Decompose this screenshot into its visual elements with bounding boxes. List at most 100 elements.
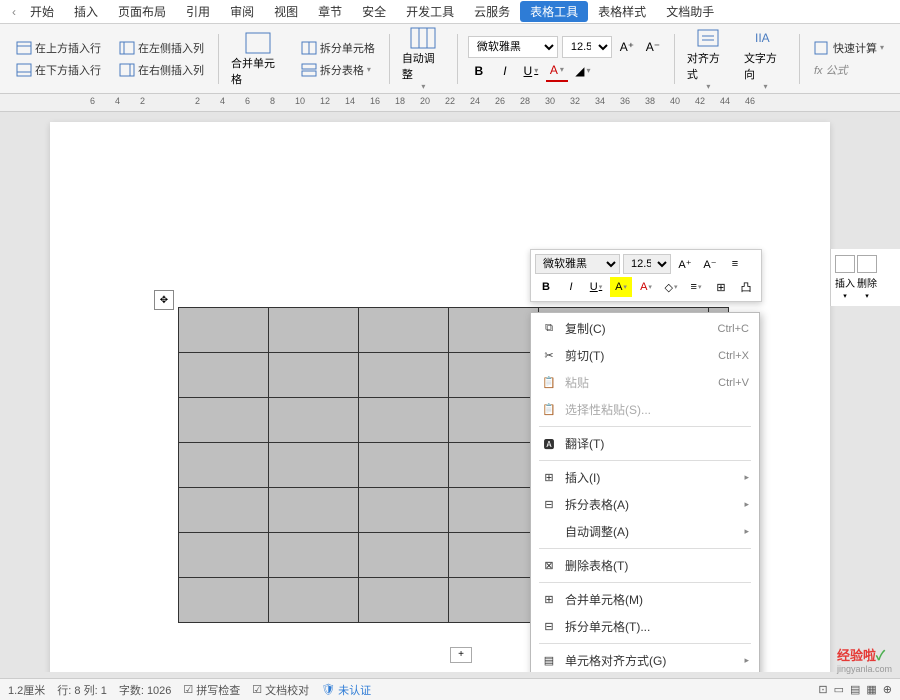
ctx-paste-special: 📋选择性粘贴(S)...	[531, 396, 759, 423]
menu-table-tools[interactable]: 表格工具	[520, 1, 588, 22]
status-view-print[interactable]: ⊡	[818, 683, 827, 696]
shield-icon: 🛡	[321, 683, 335, 696]
side-insert-button[interactable]: 插入▾	[835, 255, 855, 300]
auto-fit-button[interactable]: 自动调整▾	[396, 24, 451, 93]
merge-icon: ⊞	[541, 593, 557, 607]
context-menu: ⧉复制(C)Ctrl+C ✂剪切(T)Ctrl+X 📋粘贴Ctrl+V 📋选择性…	[530, 312, 760, 672]
status-word-count[interactable]: 字数: 1026	[119, 682, 172, 698]
float-font-size-select[interactable]: 12.5	[623, 254, 671, 274]
ctx-copy[interactable]: ⧉复制(C)Ctrl+C	[531, 315, 759, 342]
float-align[interactable]: ≡	[685, 277, 707, 297]
side-panel: 插入▾ 删除▾	[830, 249, 900, 306]
toolbar: 在上方插入行 在下方插入行 在左侧插入列 在右侧插入列 合并单元格 拆分单元格 …	[0, 24, 900, 94]
ctx-delete-table[interactable]: ⊠删除表格(T)	[531, 552, 759, 579]
split-cells-button[interactable]: 拆分单元格	[297, 38, 379, 58]
doc-check-icon: ☑	[252, 683, 262, 696]
menu-dev-tools[interactable]: 开发工具	[396, 1, 464, 22]
delete-table-icon: ⊠	[541, 559, 557, 573]
status-zoom[interactable]: 1.2厘米	[8, 682, 45, 698]
status-view-read[interactable]: ▦	[866, 683, 876, 696]
menu-insert[interactable]: 插入	[64, 1, 108, 22]
status-spell-check[interactable]: ☑拼写检查	[183, 682, 240, 698]
menu-security[interactable]: 安全	[352, 1, 396, 22]
menu-table-style[interactable]: 表格样式	[588, 1, 656, 22]
split-cell-icon: ⊟	[541, 620, 557, 634]
float-highlight[interactable]: A	[610, 277, 632, 297]
font-decrease-button[interactable]: A⁻	[642, 36, 664, 58]
svg-text:IIA: IIA	[755, 31, 770, 45]
split-table-button[interactable]: 拆分表格▾	[297, 60, 379, 80]
float-underline[interactable]: U	[585, 277, 607, 297]
table-move-handle[interactable]: ✥	[154, 290, 174, 310]
table-add-row-button[interactable]: +	[450, 647, 472, 663]
floating-format-toolbar: 微软雅黑 12.5 A⁺ A⁻ ≡ B I U A A ◇ ≡ ⊞ 凸	[530, 249, 762, 302]
status-view-web[interactable]: ▭	[834, 683, 844, 696]
status-auth[interactable]: 🛡未认证	[321, 682, 371, 698]
float-shading[interactable]: ◇	[660, 277, 682, 297]
split-table-icon: ⊟	[541, 498, 557, 512]
status-doc-check[interactable]: ☑文档校对	[252, 682, 309, 698]
insert-col-right-button[interactable]: 在右侧插入列	[115, 60, 208, 80]
menu-chapter[interactable]: 章节	[308, 1, 352, 22]
insert-col-left-button[interactable]: 在左侧插入列	[115, 38, 208, 58]
ctx-cell-align[interactable]: ▤单元格对齐方式(G)▸	[531, 647, 759, 672]
font-size-select[interactable]: 12.5	[562, 36, 612, 58]
text-direction-button[interactable]: IIA文字方向▾	[738, 24, 793, 93]
menubar-prev-arrow[interactable]: ‹	[8, 5, 20, 19]
paste-special-icon: 📋	[541, 403, 557, 417]
float-font-color[interactable]: A	[635, 277, 657, 297]
horizontal-ruler[interactable]: 6 4 2 2 4 6 8 10 12 14 16 18 20 22 24 26…	[0, 94, 900, 112]
ctx-split-cells[interactable]: ⊟拆分单元格(T)...	[531, 613, 759, 640]
menu-start[interactable]: 开始	[20, 1, 64, 22]
align-button[interactable]: 对齐方式▾	[681, 24, 736, 93]
font-increase-button[interactable]: A⁺	[616, 36, 638, 58]
float-line-spacing[interactable]: ≡	[724, 254, 746, 274]
menu-review[interactable]: 审阅	[220, 1, 264, 22]
ctx-merge-cells[interactable]: ⊞合并单元格(M)	[531, 586, 759, 613]
ctx-insert[interactable]: ⊞插入(I)▸	[531, 464, 759, 491]
statusbar: 1.2厘米 行: 8 列: 1 字数: 1026 ☑拼写检查 ☑文档校对 🛡未认…	[0, 678, 900, 700]
font-name-select[interactable]: 微软雅黑	[468, 36, 558, 58]
status-zoom-slider[interactable]: ⊕	[883, 683, 892, 696]
italic-button[interactable]: I	[494, 60, 516, 82]
quick-calc-button[interactable]: 快速计算▾	[810, 38, 888, 58]
font-color-button[interactable]: A	[546, 60, 568, 82]
side-delete-button[interactable]: 删除▾	[857, 255, 877, 300]
status-row-col: 行: 8 列: 1	[57, 682, 107, 698]
float-font-name-select[interactable]: 微软雅黑	[535, 254, 620, 274]
ctx-auto-fit[interactable]: 自动调整(A)▸	[531, 518, 759, 545]
menu-view[interactable]: 视图	[264, 1, 308, 22]
insert-icon: ⊞	[541, 471, 557, 485]
insert-row-below-button[interactable]: 在下方插入行	[12, 60, 105, 80]
paste-icon: 📋	[541, 376, 557, 390]
float-italic[interactable]: I	[560, 277, 582, 297]
underline-button[interactable]: U	[520, 60, 542, 82]
float-font-decrease[interactable]: A⁻	[699, 254, 721, 274]
ctx-paste: 📋粘贴Ctrl+V	[531, 369, 759, 396]
menu-page-layout[interactable]: 页面布局	[108, 1, 176, 22]
copy-icon: ⧉	[541, 322, 557, 336]
ctx-split-table[interactable]: ⊟拆分表格(A)▸	[531, 491, 759, 518]
insert-row-above-button[interactable]: 在上方插入行	[12, 38, 105, 58]
float-indent[interactable]: 凸	[735, 277, 757, 297]
menubar: ‹ 开始 插入 页面布局 引用 审阅 视图 章节 安全 开发工具 云服务 表格工…	[0, 0, 900, 24]
cut-icon: ✂	[541, 349, 557, 363]
status-view-outline[interactable]: ▤	[850, 683, 860, 696]
menu-references[interactable]: 引用	[176, 1, 220, 22]
ctx-cut[interactable]: ✂剪切(T)Ctrl+X	[531, 342, 759, 369]
ctx-translate[interactable]: 🅰翻译(T)	[531, 430, 759, 457]
translate-icon: 🅰	[541, 437, 557, 451]
workspace: ✥ + 微软雅黑 12.5 A⁺ A⁻ ≡ B I U A A ◇ ≡ ⊞ 凸	[0, 112, 900, 672]
watermark: 经验啦✓ jingyanla.com	[837, 645, 892, 674]
merge-cells-button[interactable]: 合并单元格	[225, 29, 291, 89]
bold-button[interactable]: B	[468, 60, 490, 82]
highlight-button[interactable]: ◢	[572, 60, 594, 82]
float-bold[interactable]: B	[535, 277, 557, 297]
align-icon: ▤	[541, 654, 557, 668]
formula-button[interactable]: fx 公式	[810, 60, 888, 80]
check-icon: ☑	[183, 683, 193, 696]
float-font-increase[interactable]: A⁺	[674, 254, 696, 274]
float-border[interactable]: ⊞	[710, 277, 732, 297]
menu-doc-helper[interactable]: 文档助手	[656, 1, 724, 22]
menu-cloud[interactable]: 云服务	[464, 1, 520, 22]
